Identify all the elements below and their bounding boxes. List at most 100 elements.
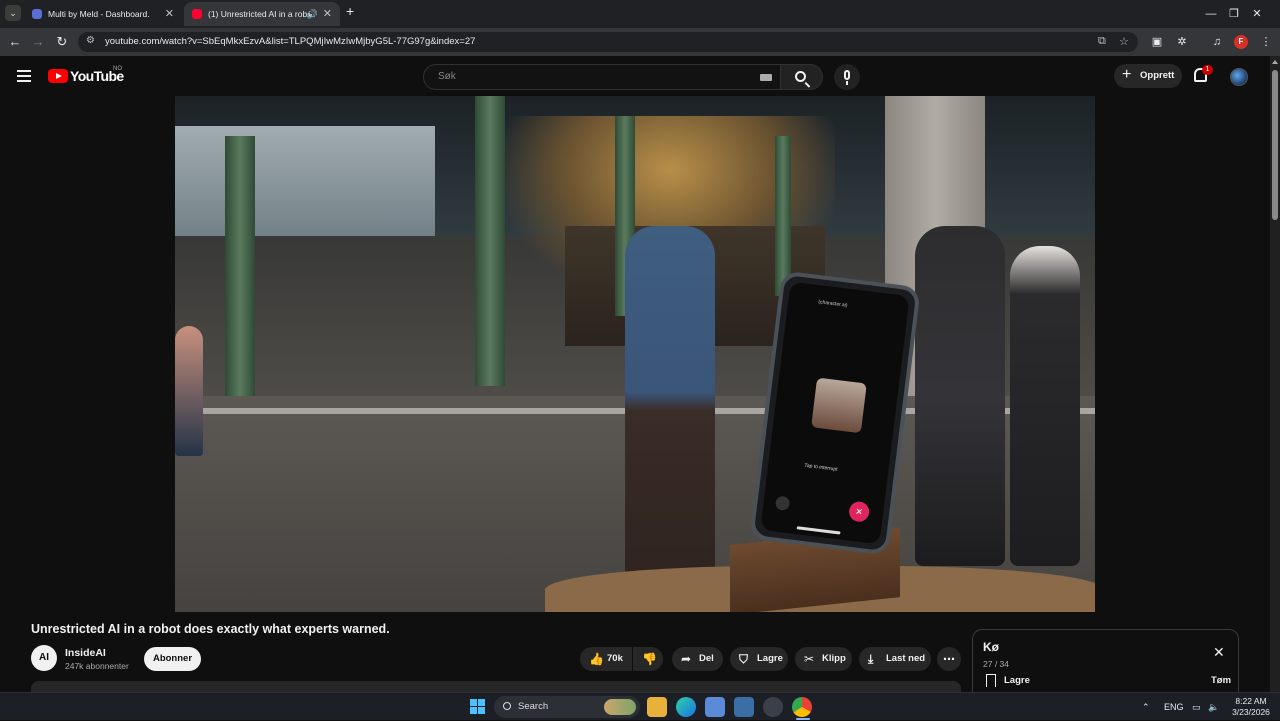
tray-chevron-icon[interactable]: ⌃ [1142, 693, 1150, 721]
share-arrow-icon: ➦ [681, 652, 692, 666]
thumbs-up-icon: 👍 [589, 652, 604, 666]
account-avatar[interactable] [1230, 68, 1248, 86]
browser-toolbar: ← → ↻ ⚙ youtube.com/watch?v=SbEqMkxEzvA&… [0, 28, 1280, 56]
install-app-icon[interactable]: ⧉ [1098, 35, 1106, 48]
share-label: Del [699, 653, 714, 664]
search-icon [795, 71, 806, 82]
queue-save-bookmark-icon[interactable] [986, 674, 996, 687]
tab-title: (1) Unrestricted AI in a robo [208, 9, 312, 19]
queue-save-button[interactable]: Lagre [1004, 675, 1030, 686]
meld-favicon-icon [32, 9, 42, 19]
phone-end-call-icon: ✕ [848, 500, 871, 523]
clip-label: Klipp [822, 653, 846, 664]
back-button[interactable]: ← [7, 34, 23, 50]
queue-panel: Kø 27 / 34 ✕ Lagre Tøm [972, 629, 1239, 692]
download-button[interactable]: ⤓ Last ned [859, 647, 931, 671]
video-scene-pillar [775, 136, 791, 296]
media-control-icon[interactable]: ♫ [1209, 34, 1225, 50]
notification-badge: 1 [1202, 65, 1213, 75]
snipping-tool-icon[interactable] [734, 697, 754, 717]
tab-multi-dashboard[interactable]: Multi by Meld - Dashboard. ✕ [24, 2, 182, 26]
queue-position: 27 / 34 [983, 659, 1009, 669]
video-scene-person [625, 226, 715, 596]
system-clock[interactable]: 8:22 AM 3/23/2026 [1226, 696, 1276, 718]
like-button[interactable]: 👍 70k [580, 647, 632, 671]
browser-menu-icon[interactable]: ⋮ [1258, 34, 1274, 50]
volume-icon[interactable]: 🔈 [1208, 693, 1219, 721]
windows-taskbar: Search ⌃ ENG ▭ 🔈 8:22 AM 3/23/2026 [0, 692, 1280, 720]
subscriber-count: 247k abonnenter [65, 661, 129, 671]
tab-title: Multi by Meld - Dashboard. [48, 9, 150, 19]
subscribe-button[interactable]: Abonner [144, 647, 201, 671]
windows-start-icon[interactable] [470, 699, 485, 714]
tab-close-icon[interactable]: ✕ [165, 2, 174, 26]
phone-home-bar [796, 526, 841, 535]
search-input[interactable]: Søk [423, 64, 781, 90]
hamburger-menu-icon[interactable] [17, 70, 31, 82]
video-title: Unrestricted AI in a robot does exactly … [31, 622, 390, 636]
microphone-icon [844, 70, 850, 80]
video-scene-skylight [175, 126, 435, 236]
scroll-up-arrow-icon[interactable] [1272, 60, 1278, 64]
clip-button[interactable]: ✂ Klipp [795, 647, 852, 671]
extensions-puzzle-icon[interactable]: ✲ [1174, 34, 1190, 50]
taskbar-search[interactable]: Search [494, 696, 640, 718]
channel-name[interactable]: InsideAI [65, 647, 106, 659]
audio-playing-icon[interactable]: 🔊 [307, 2, 318, 26]
save-label: Lagre [757, 653, 783, 664]
store-app-icon[interactable] [705, 697, 725, 717]
new-tab-button[interactable]: + [346, 3, 354, 19]
clock-time: 8:22 AM [1235, 696, 1267, 706]
channel-avatar[interactable]: AI [31, 645, 57, 671]
share-button[interactable]: ➦ Del [672, 647, 723, 671]
reload-button[interactable]: ↻ [54, 34, 70, 50]
tab-youtube-video[interactable]: (1) Unrestricted AI in a robo 🔊 ✕ [184, 2, 340, 26]
more-actions-button[interactable]: ⋯ [937, 647, 961, 671]
search-button[interactable] [781, 64, 823, 90]
window-close-button[interactable]: ✕ [1234, 0, 1280, 28]
plus-icon: + [1122, 66, 1132, 83]
tab-close-icon[interactable]: ✕ [323, 2, 332, 26]
keyboard-icon[interactable] [760, 74, 772, 81]
forward-button[interactable]: → [30, 34, 46, 50]
description-box[interactable] [31, 681, 961, 692]
tab-search-icon[interactable]: ⌄ [5, 5, 21, 21]
bookmark-star-icon[interactable]: ☆ [1119, 35, 1129, 48]
create-button[interactable]: + Opprett [1114, 64, 1182, 88]
youtube-logo-icon[interactable] [48, 69, 68, 83]
voice-search-button[interactable] [834, 64, 860, 90]
url-text[interactable]: youtube.com/watch?v=SbEqMkxEzvA&list=TLP… [105, 32, 475, 52]
phone-hint-text: Tap to interrupt [803, 462, 838, 473]
create-label: Opprett [1140, 70, 1175, 81]
queue-title: Kø [983, 640, 999, 654]
chrome-icon[interactable] [792, 697, 812, 717]
download-icon: ⤓ [868, 652, 874, 666]
dislike-button[interactable]: 👎 [633, 647, 663, 671]
phone-app-header: (character.ai) [818, 299, 848, 309]
search-placeholder: Søk [438, 71, 456, 82]
edge-browser-icon[interactable] [676, 697, 696, 717]
queue-close-button[interactable]: ✕ [1213, 644, 1225, 661]
scrollbar-thumb[interactable] [1272, 70, 1278, 220]
scissors-icon: ✂ [804, 652, 815, 666]
save-button[interactable]: ⛉ Lagre [730, 647, 788, 671]
video-scene-person [1010, 246, 1080, 566]
browser-tab-strip: ⌄ Multi by Meld - Dashboard. ✕ (1) Unres… [0, 0, 1280, 28]
site-info-icon[interactable]: ⚙ [86, 35, 95, 46]
language-indicator[interactable]: ENG [1164, 693, 1184, 721]
phone-character-image [811, 377, 867, 434]
video-scene-person [915, 226, 1005, 566]
file-explorer-icon[interactable] [647, 697, 667, 717]
video-player[interactable]: (character.ai) Tap to interrupt ✕ [175, 96, 1095, 612]
app-icon[interactable] [763, 697, 783, 717]
like-count: 70k [607, 653, 623, 664]
page-scrollbar[interactable] [1270, 56, 1280, 692]
youtube-header: YouTube NO Søk + Opprett 1 [0, 56, 1270, 96]
profile-avatar[interactable]: F [1234, 35, 1248, 49]
network-icon[interactable]: ▭ [1192, 693, 1201, 721]
extension-icon[interactable]: ▣ [1149, 34, 1165, 50]
video-scene-person [175, 326, 203, 456]
thumbs-down-icon: 👎 [642, 652, 657, 666]
address-bar[interactable]: ⚙ youtube.com/watch?v=SbEqMkxEzvA&list=T… [78, 32, 1138, 52]
queue-clear-button[interactable]: Tøm [1211, 675, 1231, 686]
